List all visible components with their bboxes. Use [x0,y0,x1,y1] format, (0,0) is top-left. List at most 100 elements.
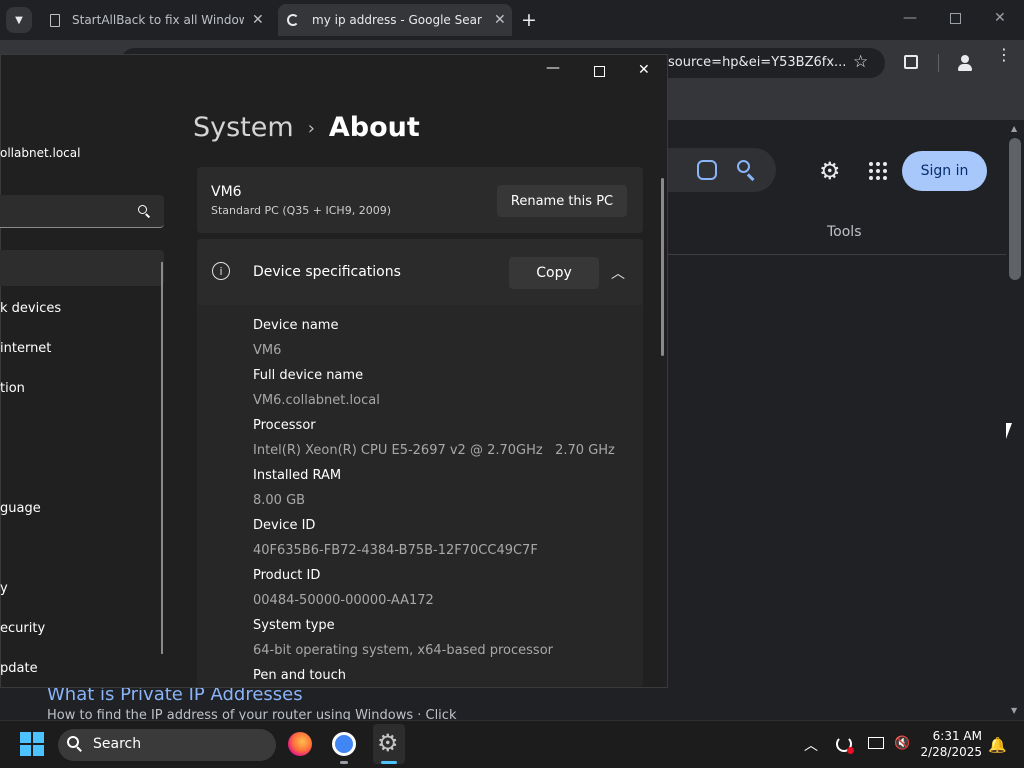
copy-button[interactable]: Copy [509,257,599,289]
chevron-up-icon[interactable]: ︿ [611,263,625,283]
alert-dot-shape [847,747,854,754]
start-tile-shape [33,732,44,743]
close-window-icon[interactable]: ✕ [994,10,1006,26]
spec-value: Intel(R) Xeon(R) CPU E5-2697 v2 @ 2.70GH… [253,443,615,458]
spec-label: Installed RAM [253,468,342,483]
notification-bell-icon[interactable]: 🔔 [988,736,1007,754]
spec-label: Pen and touch [253,668,347,683]
mouse-cursor-icon [1006,423,1012,439]
star-icon[interactable]: ☆ [853,52,868,72]
close-window-icon[interactable]: ✕ [638,62,650,78]
clock-date: 2/28/2025 [920,745,982,759]
content-scrollbar[interactable] [661,178,664,356]
breadcrumb-parent[interactable]: System [193,112,294,143]
browser-tab-active[interactable]: my ip address - Google Search ✕ [278,4,512,36]
running-indicator [340,761,348,764]
spec-label: Full device name [253,368,364,383]
lens-icon[interactable] [697,160,717,180]
chevron-down-icon: ▼ [15,14,23,26]
sidebar-scrollbar[interactable] [161,262,163,654]
breadcrumb: System › About [193,112,420,143]
spec-value: 8.00 GB [253,493,306,508]
tab-title: my ip address - Google Search [312,13,482,27]
dot-shape [876,176,880,180]
spec-value: 00484-50000-00000-AA172 [253,593,434,608]
spec-label: System type [253,618,335,633]
apps-grid-icon[interactable] [869,162,887,180]
page-title: About [328,112,420,143]
system-clock[interactable]: 6:31 AM 2/28/2025 [920,728,982,760]
dot-shape [876,162,880,166]
restore-icon[interactable] [950,13,961,24]
dot-shape [883,176,887,180]
start-tile-shape [20,732,31,743]
dot-shape [876,169,880,173]
taskbar-search-box[interactable] [58,729,276,761]
start-tile-shape [20,745,31,756]
sidebar-item[interactable]: tion [0,381,25,396]
search-icon[interactable] [737,160,757,181]
minimize-icon[interactable]: — [903,10,917,26]
menu-kebab-icon[interactable]: ⋮ [996,47,1012,63]
settings-gear-icon: ⚙ [377,729,399,757]
sidebar-item[interactable]: k devices [0,301,61,316]
tools-tab[interactable]: Tools [827,224,862,240]
profile-body-shape [958,64,972,71]
browser-tab[interactable]: StartAllBack to fix all Windows ✕ [44,4,272,36]
dot-shape [883,162,887,166]
search-icon[interactable] [138,205,151,218]
new-tab-icon[interactable]: + [521,9,537,31]
start-tile-shape [33,745,44,756]
scroll-down-icon[interactable]: ▼ [1011,706,1017,715]
spec-label: Product ID [253,568,321,583]
search-icon-handle [76,746,82,752]
spec-value: VM6.collabnet.local [253,393,380,408]
page-icon [50,13,60,27]
info-icon: i [212,262,230,280]
volume-muted-icon[interactable]: 🔇 [894,736,910,751]
close-tab-icon[interactable]: ✕ [494,12,506,28]
clock-time: 6:31 AM [932,729,982,743]
spec-value: 40F635B6-FB72-4384-B75B-12F70CC49C7F [253,543,538,558]
chevron-right-icon: › [307,118,315,139]
sidebar-item[interactable]: ecurity [0,621,45,636]
sidebar-item-system[interactable] [0,250,164,286]
sidebar-item[interactable]: pdate [0,661,38,676]
divider [668,254,1006,255]
close-tab-icon[interactable]: ✕ [252,12,264,28]
sidebar-item[interactable]: guage [0,501,41,516]
sign-in-button[interactable]: Sign in [902,151,987,191]
minimize-icon[interactable]: — [546,60,560,76]
running-indicator [381,761,397,764]
chrome-icon[interactable] [332,732,356,756]
search-icon-handle [747,173,755,181]
spec-value: 64-bit operating system, x64-based proce… [253,643,553,658]
firefox-icon[interactable] [288,732,312,756]
google-g-icon [287,14,299,26]
chevron-up-icon[interactable]: ︿ [804,735,818,755]
rename-pc-button[interactable]: Rename this PC [497,185,627,217]
spec-label: Device ID [253,518,316,533]
tab-search-button[interactable]: ▼ [6,7,32,33]
dot-shape [869,169,873,173]
dot-shape [883,169,887,173]
extensions-icon[interactable] [904,55,918,69]
profile-icon[interactable] [955,53,975,73]
sidebar-item[interactable]: y [0,581,8,596]
sidebar-item[interactable]: internet [0,341,51,356]
maximize-icon[interactable] [594,66,605,77]
tab-title: StartAllBack to fix all Windows [72,13,244,27]
spec-label: Device name [253,318,339,333]
spec-label: Processor [253,418,316,433]
settings-gear-icon[interactable]: ⚙ [819,157,841,185]
search-icon [67,736,83,752]
windows-start-icon[interactable] [20,732,44,756]
scroll-up-icon[interactable]: ▲ [1011,124,1017,133]
scroll-thumb[interactable] [1009,138,1021,280]
pc-model: Standard PC (Q35 + ICH9, 2009) [211,204,391,217]
network-icon[interactable] [868,737,884,749]
spec-value: VM6 [253,343,282,358]
account-email: ollabnet.local [0,146,81,160]
search-icon-lens [737,160,750,173]
pc-name: VM6 [211,184,242,200]
